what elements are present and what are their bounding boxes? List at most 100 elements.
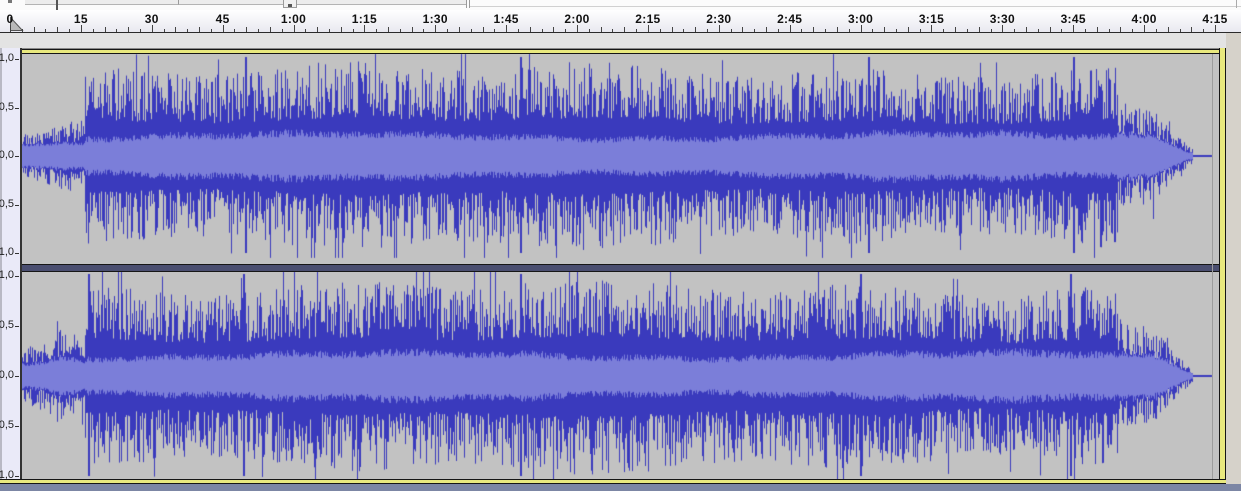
timeline-tick bbox=[1191, 27, 1193, 32]
timeline-tick bbox=[612, 29, 614, 32]
timeline-tick bbox=[907, 27, 909, 32]
scale-label: 0,0 bbox=[0, 369, 14, 381]
scale-label: 1,0 bbox=[0, 52, 14, 64]
timeline-tick bbox=[966, 29, 968, 32]
vertical-scale-ruler[interactable]: 1,0 0,5 0,0 0,5 1,0 1,0 0,5 0,0 0,5 1,0 bbox=[0, 48, 20, 481]
waveform-channel-right[interactable] bbox=[22, 272, 1219, 479]
timeline-tick bbox=[1144, 25, 1146, 32]
channel-divider[interactable] bbox=[22, 264, 1219, 272]
timeline-label: 3:45 bbox=[1060, 12, 1086, 26]
timeline-tick bbox=[919, 29, 921, 32]
timeline-tick bbox=[69, 29, 71, 32]
timeline-tick bbox=[636, 29, 638, 32]
timeline-tick bbox=[506, 25, 508, 32]
timeline-tick bbox=[10, 25, 11, 32]
timeline-tick bbox=[1085, 29, 1086, 32]
timeline-tick bbox=[1132, 29, 1134, 32]
track-top-strip bbox=[0, 33, 1227, 48]
clip-end-boundary bbox=[1212, 54, 1213, 479]
window-bottom-strip bbox=[0, 484, 1241, 491]
timeline-ruler[interactable]: 0 15 30 45 1:00 1:15 1:30 1:45 2:00 2:15 2:30 2:45 3… bbox=[0, 10, 1241, 33]
toolbar-fragment bbox=[179, 0, 284, 5]
timeline-tick bbox=[293, 25, 295, 32]
timeline-tick bbox=[423, 29, 425, 32]
scale-label: 1,0 bbox=[0, 269, 14, 281]
timeline-tick bbox=[647, 25, 649, 32]
scale-tick bbox=[15, 59, 19, 60]
timeline-tick bbox=[789, 25, 791, 32]
track-panel-edge bbox=[0, 48, 2, 479]
timeline-tick bbox=[470, 29, 472, 32]
timeline-tick bbox=[1214, 25, 1216, 32]
timeline-label: 4:15 bbox=[1202, 12, 1228, 26]
scale-tick bbox=[15, 376, 19, 377]
timeline-tick bbox=[482, 27, 484, 32]
timeline-tick bbox=[754, 29, 756, 32]
timeline-tick bbox=[494, 29, 496, 32]
timeline-tick bbox=[553, 27, 555, 32]
timeline-label: 30 bbox=[144, 12, 159, 26]
timeline-tick bbox=[529, 27, 531, 32]
stereo-track: 1,0 0,5 0,0 0,5 1,0 1,0 0,5 0,0 0,5 1,0 bbox=[0, 48, 1227, 484]
timeline-tick bbox=[1096, 27, 1098, 32]
timeline-tick bbox=[399, 29, 401, 32]
toolbar-dock-edge bbox=[470, 6, 1241, 7]
timeline-label: 2:30 bbox=[706, 12, 732, 26]
audacity-window: 0 15 30 45 1:00 1:15 1:30 1:45 2:00 2:15 2:30 2:45 3… bbox=[0, 0, 1241, 491]
timeline-tick bbox=[269, 27, 271, 32]
timeline-tick bbox=[624, 27, 626, 32]
timeline-tick bbox=[588, 29, 590, 32]
timeline-tick bbox=[990, 29, 992, 32]
timeline-tick bbox=[364, 25, 366, 32]
timeline-tick bbox=[234, 29, 236, 32]
scale-tick bbox=[15, 107, 19, 109]
timeline-label: 4:00 bbox=[1131, 12, 1157, 26]
timeline-tick bbox=[92, 29, 94, 32]
timeline-tick bbox=[1037, 29, 1039, 32]
timeline-tick bbox=[671, 27, 673, 32]
timeline-tick bbox=[517, 29, 519, 32]
timeline-tick bbox=[116, 29, 118, 32]
timeline-tick bbox=[411, 27, 413, 32]
timeline-tick bbox=[352, 29, 354, 32]
timeline-tick bbox=[577, 25, 579, 32]
timeline-tick bbox=[766, 27, 768, 32]
timeline-tick bbox=[33, 27, 35, 32]
timeline-label: 2:15 bbox=[635, 12, 661, 26]
timeline-tick bbox=[222, 25, 224, 32]
timeline-tick bbox=[931, 25, 933, 32]
scale-tick bbox=[15, 253, 19, 254]
timeline-tick bbox=[435, 25, 437, 32]
timeline-tick bbox=[1025, 27, 1027, 32]
timeline-tick bbox=[447, 29, 449, 32]
timeline-label: 3:15 bbox=[918, 12, 945, 26]
waveform-channel-left[interactable] bbox=[22, 54, 1219, 264]
timeline-tick bbox=[57, 27, 59, 32]
timeline-tick bbox=[281, 29, 283, 32]
timeline-tick bbox=[1155, 29, 1157, 32]
timeline-tick bbox=[340, 27, 342, 32]
scale-label: 0,5 bbox=[0, 100, 14, 113]
toolbar-dropdown-arrow bbox=[288, 4, 292, 7]
timeline-label: 1:15 bbox=[351, 12, 377, 26]
timeline-tick bbox=[1002, 25, 1004, 32]
toolbar-fragment bbox=[297, 0, 467, 5]
timeline-tick bbox=[777, 29, 779, 32]
timeline-tick bbox=[388, 27, 390, 32]
timeline-label: 2:45 bbox=[777, 12, 803, 26]
timeline-tick bbox=[695, 27, 697, 32]
timeline-tick bbox=[825, 29, 827, 32]
timeline-tick bbox=[955, 27, 957, 32]
timeline-tick bbox=[1108, 29, 1110, 32]
timeline-tick bbox=[1049, 27, 1051, 32]
scale-tick bbox=[15, 156, 19, 157]
timeline-tick bbox=[896, 29, 897, 32]
timeline-tick bbox=[730, 29, 732, 32]
timeline-tick bbox=[21, 29, 23, 32]
timeline-tick bbox=[1061, 29, 1063, 32]
timeline-tick bbox=[813, 27, 815, 32]
toolbar-separator bbox=[466, 0, 467, 8]
timeline-tick bbox=[884, 27, 886, 32]
scale-label: 1,0 bbox=[0, 469, 14, 481]
timeline-label: 1:45 bbox=[493, 12, 519, 26]
